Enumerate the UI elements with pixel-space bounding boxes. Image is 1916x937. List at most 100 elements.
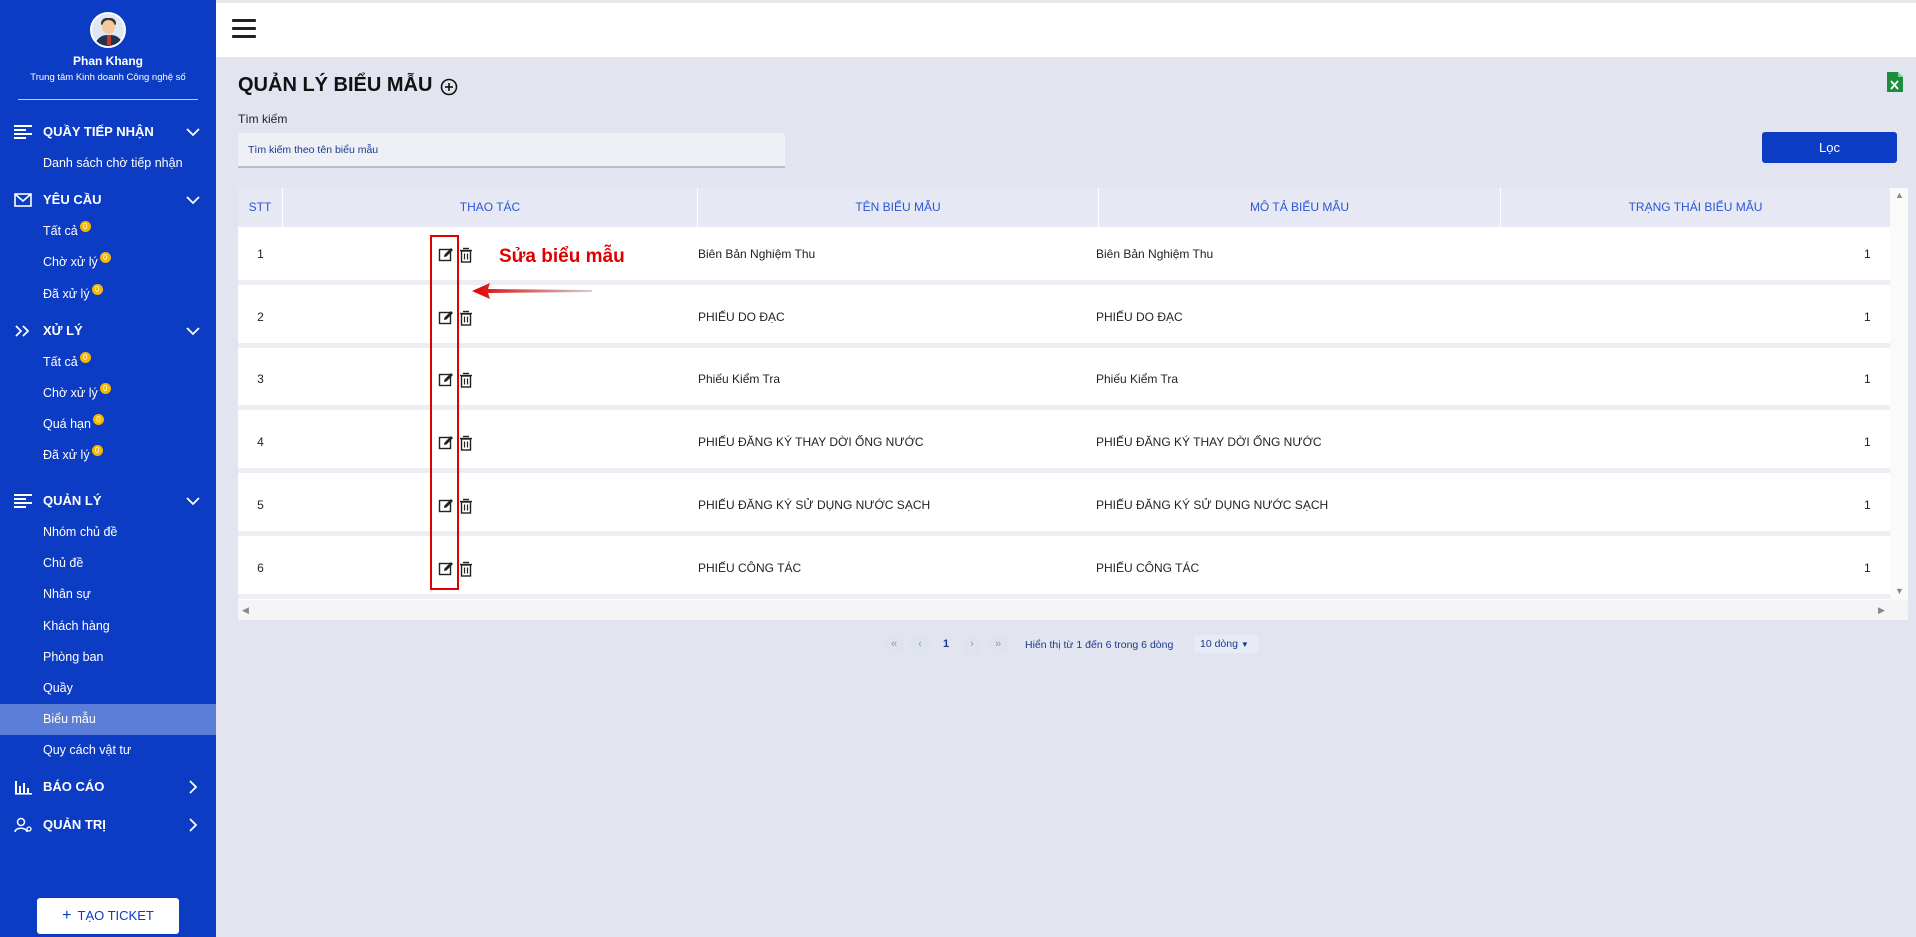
cell-stt: 4 [257,435,264,449]
section-xu-ly[interactable]: XỬ LÝ [0,320,216,342]
section-title: XỬ LÝ [43,323,83,338]
cell-form-status: 1 [1864,310,1871,324]
page-size-select[interactable]: 10 dòng ▼ [1194,635,1258,653]
sidebar-item-label: Quầy [43,681,73,695]
section-title: BÁO CÁO [43,779,105,794]
section-quan-tri[interactable]: QUẢN TRỊ [0,814,216,836]
scroll-down-arrow[interactable]: ▼ [1895,586,1904,596]
sidebar-item-bieu-mau[interactable]: Biểu mẫu [0,704,216,735]
prev-page-button[interactable]: ‹ [910,635,930,655]
scroll-left-arrow[interactable]: ◀ [242,605,249,616]
chevron-down-icon[interactable] [186,494,200,508]
sidebar-item-label: Danh sách chờ tiếp nhận [43,156,183,170]
create-ticket-button[interactable]: + TẠO TICKET [37,898,179,934]
sidebar-item-label: Chờ xử lý [43,255,98,269]
sidebar-item-yeu-cau-da-xu-ly[interactable]: Đã xử lý 0 [0,283,216,305]
list-icon [14,125,32,139]
sidebar-item-nhom-chu-de[interactable]: Nhóm chủ đề [0,521,216,543]
sidebar-item-nhan-su[interactable]: Nhân sự [0,583,216,605]
hamburger-menu-icon[interactable] [232,19,256,39]
table-row: 5 PHIẾU ĐĂNG KÝ SỬ DỤNG NƯỚC SẠCH PHIẾU ĐĂ… [238,478,1890,536]
annotation-highlight-box [430,235,459,590]
vertical-scrollbar[interactable]: ▲ ▼ [1890,188,1908,600]
chevron-down-icon[interactable] [186,125,200,139]
sidebar-item-label: Tất cả [43,224,78,238]
section-quan-ly[interactable]: QUẢN LÝ [0,490,216,512]
column-header-form-description[interactable]: MÔ TẢ BIỂU MẪU [1099,188,1501,227]
sidebar-item-label: Phòng ban [43,650,104,664]
sidebar-item-label: Quy cách vật tư [43,743,132,757]
sidebar-item-xu-ly-tat-ca[interactable]: Tất cả 0 [0,351,216,373]
bar-chart-icon [15,781,32,795]
sidebar-item-xu-ly-da-xu-ly[interactable]: Đã xử lý 0 [0,444,216,466]
delete-icon[interactable] [458,498,474,514]
avatar[interactable] [90,12,126,48]
list-icon [14,494,32,508]
sidebar-item-quay[interactable]: Quầy [0,677,216,699]
column-header-form-status[interactable]: TRẠNG THÁI BIỂU MẪU [1501,188,1890,227]
sidebar-item-label: Khách hàng [43,619,110,633]
sidebar-item-xu-ly-cho-xu-ly[interactable]: Chờ xử lý 0 [0,382,216,404]
chevron-right-icon[interactable] [186,780,200,794]
user-profile: Phan Khang Trung tâm Kinh doanh Công ngh… [0,0,216,83]
sidebar-item-danh-sach-cho-tiep-nhan[interactable]: Danh sách chờ tiếp nhận [0,152,216,174]
search-input[interactable] [238,133,785,168]
sidebar-item-yeu-cau-tat-ca[interactable]: Tất cả 0 [0,220,216,242]
section-yeu-cau[interactable]: YÊU CẦU [0,189,216,211]
chevron-down-icon[interactable] [186,193,200,207]
cell-stt: 1 [257,247,264,261]
scroll-right-arrow[interactable]: ▶ [1878,605,1885,616]
sidebar-item-chu-de[interactable]: Chủ đề [0,552,216,574]
cell-form-name: PHIẾU ĐĂNG KÝ THAY DỜI ỐNG NƯỚC [698,435,924,449]
cell-form-name: PHIẾU ĐĂNG KÝ SỬ DỤNG NƯỚC SẠCH [698,498,931,512]
column-header-form-name[interactable]: TÊN BIỂU MẪU [698,188,1099,227]
column-header-actions[interactable]: THAO TÁC [283,188,698,227]
last-page-button[interactable]: » [988,635,1008,655]
sidebar-item-yeu-cau-cho-xu-ly[interactable]: Chờ xử lý 0 [0,251,216,273]
chevron-right-icon[interactable] [186,818,200,832]
cell-form-status: 1 [1864,247,1871,261]
table-row: 3 Phiếu Kiểm Tra Phiếu Kiểm Tra 1 [238,352,1890,410]
horizontal-scrollbar[interactable]: ◀ ▶ [238,600,1908,620]
chevron-down-icon[interactable] [186,324,200,338]
cell-stt: 3 [257,372,264,386]
delete-icon[interactable] [458,247,474,263]
sidebar-item-quy-cach-vat-tu[interactable]: Quy cách vật tư [0,739,216,761]
sidebar-item-label: Chủ đề [43,556,84,570]
cell-form-description: PHIẾU CÔNG TÁC [1096,561,1200,575]
section-quay-tiep-nhan[interactable]: QUẦY TIẾP NHẬN [0,121,216,143]
filter-button[interactable]: Lọc [1762,132,1897,163]
top-bar [216,0,1916,57]
add-circle-icon[interactable] [440,78,458,96]
annotation-arrow-icon [472,283,592,299]
count-badge: 0 [99,383,111,394]
excel-export-icon[interactable] [1887,72,1903,92]
sidebar-item-label: Nhân sự [43,587,91,601]
delete-icon[interactable] [458,372,474,388]
sidebar-item-khach-hang[interactable]: Khách hàng [0,615,216,637]
section-title: QUẦY TIẾP NHẬN [43,124,154,139]
sidebar-item-phong-ban[interactable]: Phòng ban [0,646,216,668]
first-page-button[interactable]: « [884,635,904,655]
delete-icon[interactable] [458,435,474,451]
scroll-up-arrow[interactable]: ▲ [1895,190,1904,200]
count-badge: 0 [79,352,91,363]
column-header-stt[interactable]: STT [238,188,283,227]
annotation-label: Sửa biểu mẫu [499,246,625,267]
table-row: 6 PHIẾU CÔNG TÁC PHIẾU CÔNG TÁC 1 [238,541,1890,599]
search-label: Tìm kiếm [238,112,288,126]
delete-icon[interactable] [458,310,474,326]
cell-form-status: 1 [1864,498,1871,512]
current-page[interactable]: 1 [936,635,956,655]
delete-icon[interactable] [458,561,474,577]
section-bao-cao[interactable]: BÁO CÁO [0,776,216,798]
next-page-button[interactable]: › [962,635,982,655]
sidebar-item-label: Nhóm chủ đề [43,525,118,539]
count-badge: 0 [91,445,103,456]
sidebar-item-label: Chờ xử lý [43,386,98,400]
sidebar-item-xu-ly-qua-han[interactable]: Quá hạn 0 [0,413,216,435]
sidebar-item-label: Đã xử lý [43,287,90,301]
cell-stt: 2 [257,310,264,324]
cell-form-name: Phiếu Kiểm Tra [698,372,781,386]
page-size-value: 10 dòng [1200,638,1238,650]
